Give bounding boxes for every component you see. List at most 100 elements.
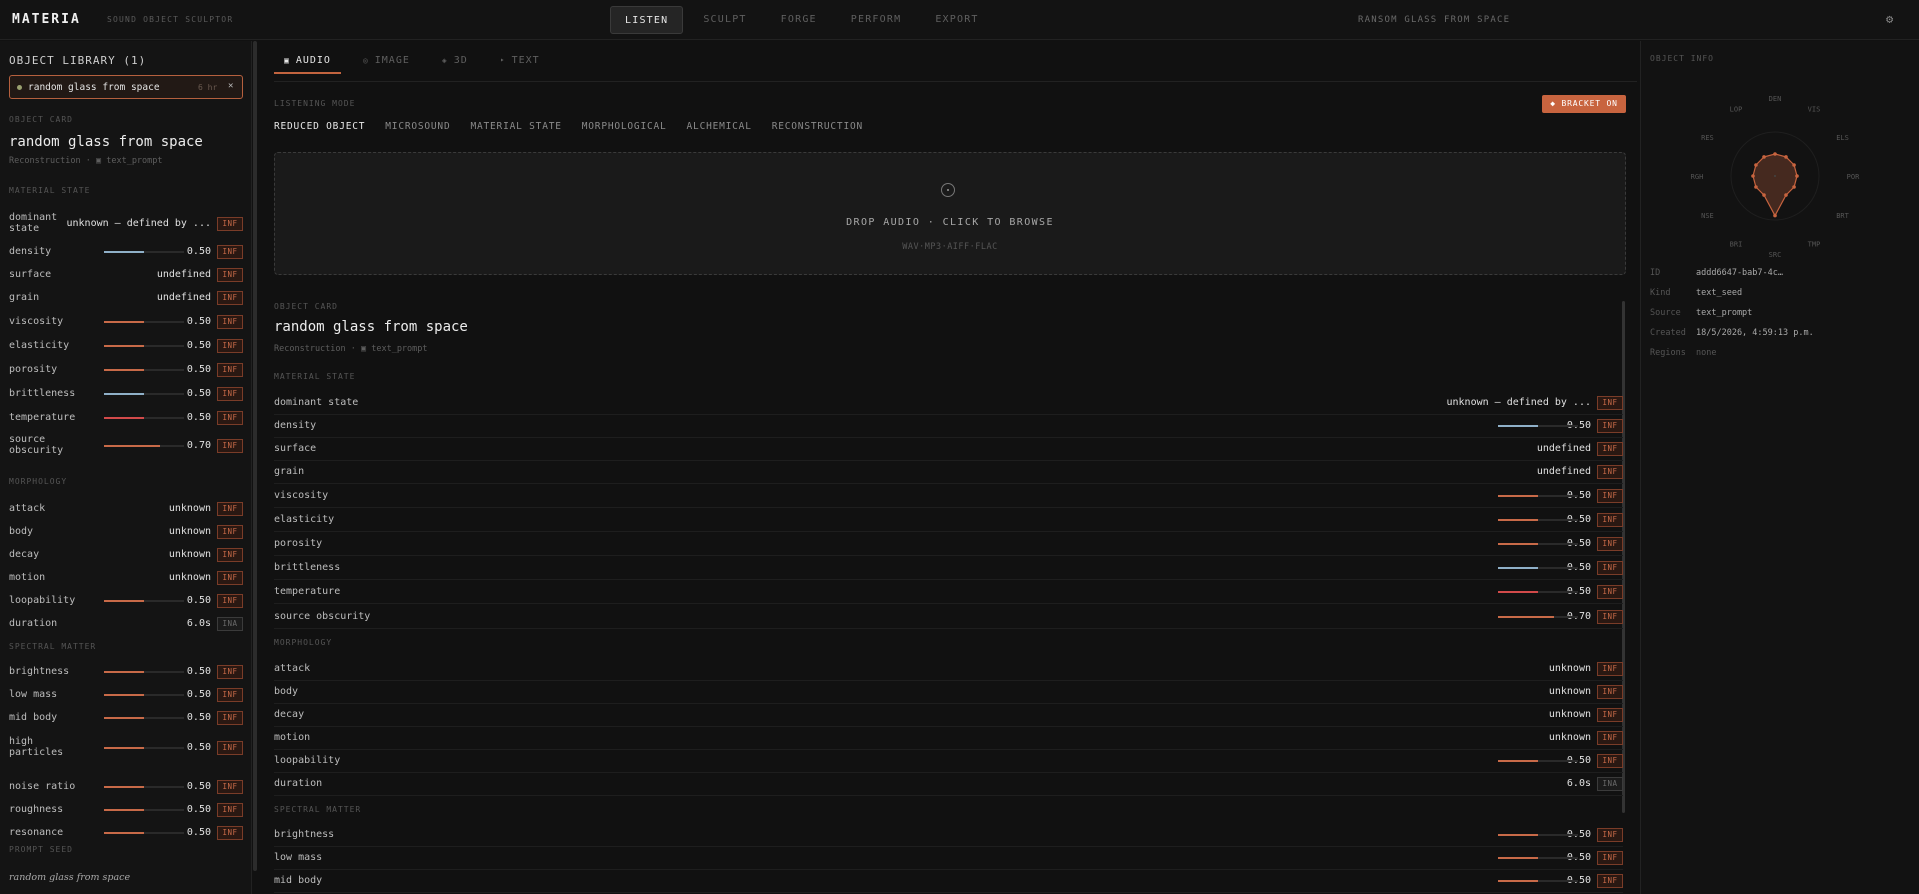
param-slider[interactable] (1498, 519, 1578, 521)
param-slider[interactable] (104, 369, 184, 371)
inference-badge[interactable]: INF (1597, 419, 1623, 433)
tab-3d[interactable]: ◈ 3D (432, 52, 478, 74)
inference-badge[interactable]: INF (217, 780, 243, 794)
param-slider[interactable] (104, 809, 184, 811)
inference-badge[interactable]: INF (1597, 754, 1623, 768)
mode-microsound[interactable]: MICROSOUND (385, 121, 450, 132)
inference-badge[interactable]: INF (1597, 708, 1623, 722)
inference-badge[interactable]: INF (217, 803, 243, 817)
param-slider[interactable] (1498, 495, 1578, 497)
inference-badge[interactable]: INF (217, 363, 243, 377)
param-label: motion (9, 572, 46, 583)
nav-tab-listen[interactable]: LISTEN (610, 6, 684, 34)
tab-text[interactable]: ‣ TEXT (490, 52, 550, 74)
inference-badge[interactable]: INF (1597, 465, 1623, 479)
inference-badge[interactable]: INF (1597, 442, 1623, 456)
param-slider[interactable] (104, 445, 184, 447)
inference-badge[interactable]: INF (217, 411, 243, 425)
tab-audio[interactable]: ▣ AUDIO (274, 52, 341, 74)
inference-badge[interactable]: INF (217, 502, 243, 516)
inference-badge[interactable]: INF (217, 571, 243, 585)
param-slider[interactable] (1498, 591, 1578, 593)
inference-badge[interactable]: INF (217, 688, 243, 702)
param-slider[interactable] (104, 671, 184, 673)
inference-badge[interactable]: INF (217, 245, 243, 259)
close-icon[interactable]: ✕ (228, 81, 233, 91)
param-slider[interactable] (104, 417, 184, 419)
inference-badge[interactable]: INF (217, 711, 243, 725)
input-tabs: ▣ AUDIO ◎ IMAGE ◈ 3D ‣ TEXT (274, 52, 562, 74)
inference-badge[interactable]: INA (217, 617, 243, 631)
inference-badge[interactable]: INF (1597, 874, 1623, 888)
param-slider[interactable] (1498, 857, 1578, 859)
inference-badge[interactable]: INF (217, 217, 243, 231)
param-slider[interactable] (104, 393, 184, 395)
param-slider[interactable] (1498, 543, 1578, 545)
inference-badge[interactable]: INF (217, 594, 243, 608)
param-slider[interactable] (104, 345, 184, 347)
inference-badge[interactable]: INF (1597, 537, 1623, 551)
inference-badge[interactable]: INF (217, 339, 243, 353)
radar-point (1784, 193, 1788, 197)
param-slider[interactable] (104, 832, 184, 834)
inference-badge[interactable]: INF (217, 741, 243, 755)
inference-badge[interactable]: INF (1597, 731, 1623, 745)
param-slider[interactable] (1498, 567, 1578, 569)
tab-image[interactable]: ◎ IMAGE (353, 52, 420, 74)
param-slider-fill (104, 369, 144, 371)
param-row-motion: motion INF unknown (274, 730, 1623, 746)
inference-badge[interactable]: INF (1597, 396, 1623, 410)
inference-badge[interactable]: INF (217, 387, 243, 401)
inference-badge[interactable]: INF (217, 291, 243, 305)
param-slider[interactable] (104, 600, 184, 602)
inference-badge[interactable]: INF (1597, 828, 1623, 842)
param-slider[interactable] (104, 747, 184, 749)
inference-badge[interactable]: INF (1597, 662, 1623, 676)
param-slider[interactable] (1498, 425, 1578, 427)
gear-icon[interactable]: ⚙ (1886, 12, 1893, 26)
param-slider[interactable] (1498, 834, 1578, 836)
inference-badge[interactable]: INF (1597, 513, 1623, 527)
inference-badge[interactable]: INF (1597, 851, 1623, 865)
param-slider[interactable] (1498, 880, 1578, 882)
inference-badge[interactable]: INF (217, 268, 243, 282)
inference-badge[interactable]: INA (1597, 777, 1623, 791)
inference-badge[interactable]: INF (1597, 585, 1623, 599)
info-key: Regions (1650, 348, 1686, 358)
param-value: 0.50 (186, 781, 211, 792)
nav-tab-forge[interactable]: FORGE (767, 6, 831, 34)
param-slider[interactable] (104, 251, 184, 253)
mode-reduced-object[interactable]: REDUCED OBJECT (274, 121, 365, 132)
param-slider-fill (1498, 591, 1538, 593)
library-item[interactable]: random glass from space 6 hr ✕ (9, 75, 243, 99)
nav-tab-sculpt[interactable]: SCULPT (689, 6, 760, 34)
mode-morphological[interactable]: MORPHOLOGICAL (582, 121, 667, 132)
inference-badge[interactable]: INF (217, 826, 243, 840)
nav-tab-perform[interactable]: PERFORM (837, 6, 916, 34)
inference-badge[interactable]: INF (217, 665, 243, 679)
inference-badge[interactable]: INF (1597, 561, 1623, 575)
mode-reconstruction[interactable]: RECONSTRUCTION (772, 121, 863, 132)
nav-tab-export[interactable]: EXPORT (921, 6, 992, 34)
audio-drop-zone[interactable]: DROP AUDIO · CLICK TO BROWSE WAV·MP3·AIF… (274, 152, 1626, 275)
mode-material-state[interactable]: MATERIAL STATE (470, 121, 561, 132)
left-scrollbar[interactable] (253, 41, 257, 871)
param-slider[interactable] (104, 717, 184, 719)
inference-badge[interactable]: INF (217, 525, 243, 539)
param-slider[interactable] (104, 321, 184, 323)
param-row-duration: duration INA 6.0s (9, 616, 243, 632)
param-slider[interactable] (1498, 760, 1578, 762)
object-info-panel: OBJECT INFO DEN VIS ELS POR BRT TMP SRC BRI NSE R… (1640, 41, 1919, 894)
inference-badge[interactable]: INF (217, 548, 243, 562)
inference-badge[interactable]: INF (1597, 610, 1623, 624)
inference-badge[interactable]: INF (1597, 685, 1623, 699)
inference-badge[interactable]: INF (1597, 489, 1623, 503)
param-slider[interactable] (104, 786, 184, 788)
param-slider[interactable] (1498, 616, 1578, 618)
inference-badge[interactable]: INF (217, 439, 243, 453)
inference-badge[interactable]: INF (217, 315, 243, 329)
mode-alchemical[interactable]: ALCHEMICAL (687, 121, 752, 132)
param-slider[interactable] (104, 694, 184, 696)
bracket-toggle-button[interactable]: ◆ BRACKET ON (1542, 95, 1626, 113)
radar-point (1762, 155, 1766, 159)
